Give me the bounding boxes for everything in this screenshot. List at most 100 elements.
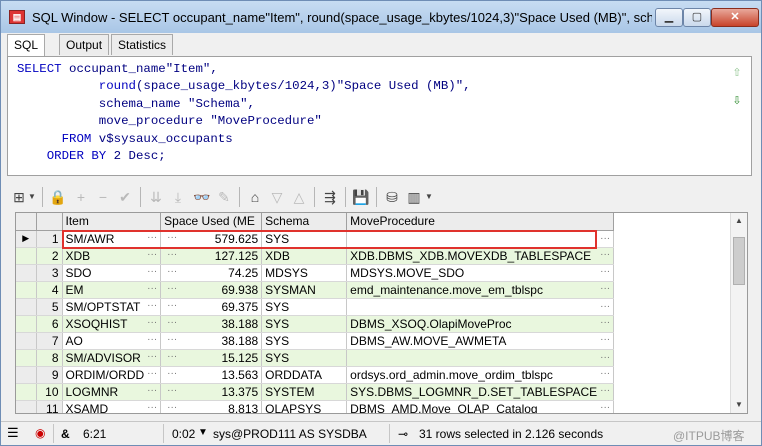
cell-space-used[interactable]: 8.813 ··· xyxy=(160,400,263,413)
cell-moveprocedure[interactable]: MDSYS.MOVE_SDO ··· xyxy=(346,264,615,282)
cell-item[interactable]: ORDIM/ORDD ··· xyxy=(62,366,162,384)
cell-editor-dots-icon[interactable]: ··· xyxy=(597,283,610,297)
cell-item[interactable]: XSAMD ··· xyxy=(62,400,162,414)
cell-editor-dots-icon[interactable]: ··· xyxy=(144,385,157,399)
cell-editor-dots-icon[interactable]: ··· xyxy=(144,402,157,414)
cell-item[interactable]: SM/AWR ··· xyxy=(62,230,162,248)
previous-record-icon[interactable]: △ xyxy=(289,187,309,207)
sql-line[interactable]: round(space_usage_kbytes/1024,3)"Space U… xyxy=(17,78,471,95)
cell-space-used[interactable]: 13.563 ··· xyxy=(160,366,263,384)
cell-editor-dots-icon[interactable]: ··· xyxy=(597,334,610,348)
tab-statistics[interactable]: Statistics xyxy=(111,34,174,55)
table-row[interactable]: 6 XSOQHIST ··· 38.188 ··· SYS DBMS_XSOQ.OlapiM… xyxy=(16,315,615,333)
column-header-moveprocedure[interactable]: MoveProcedure xyxy=(346,213,615,231)
scroll-down-icon[interactable]: ▼ xyxy=(731,397,747,413)
cell-editor-dots-icon[interactable]: ··· xyxy=(144,283,157,297)
delete-row-icon[interactable]: − xyxy=(93,187,113,207)
cell-item[interactable]: LOGMNR ··· xyxy=(62,383,162,401)
cell-item[interactable]: XDB ··· xyxy=(62,247,162,265)
cell-moveprocedure[interactable]: ordsys.ord_admin.move_ordim_tblspc ··· xyxy=(346,366,615,384)
connection-info[interactable]: sys@PROD111 AS SYSDBA xyxy=(213,427,367,441)
row-indicator[interactable] xyxy=(16,298,37,316)
table-row[interactable]: 10 LOGMNR ··· 13.375 ··· SYSTEM SYS.DBMS_LOGMN… xyxy=(16,383,615,401)
cell-space-used[interactable]: 13.375 ··· xyxy=(160,383,263,401)
table-row[interactable]: 5 SM/OPTSTAT ··· 69.375 ··· SYS ··· xyxy=(16,298,615,316)
cell-schema[interactable]: SYSMAN xyxy=(261,281,348,299)
cell-schema[interactable]: SYS xyxy=(261,315,348,333)
tab-output[interactable]: Output xyxy=(59,34,110,55)
cell-space-used[interactable]: 127.125 ··· xyxy=(160,247,263,265)
cell-space-used[interactable]: 38.188 ··· xyxy=(160,332,263,350)
row-indicator[interactable] xyxy=(16,400,37,413)
cell-moveprocedure[interactable]: ··· xyxy=(346,230,615,248)
grid-view-dropdown-icon[interactable]: ▼ xyxy=(27,187,37,207)
maximize-button[interactable]: ▢ xyxy=(683,8,711,27)
fetch-next-icon[interactable]: ⇊ xyxy=(146,187,166,207)
sql-line[interactable]: move_procedure "MoveProcedure" xyxy=(17,113,471,130)
cell-editor-dots-icon[interactable]: ··· xyxy=(164,351,177,365)
cell-editor-dots-icon[interactable]: ··· xyxy=(144,334,157,348)
cell-editor-dots-icon[interactable]: ··· xyxy=(144,368,157,382)
cell-item[interactable]: XSOQHIST ··· xyxy=(62,315,162,333)
cell-schema[interactable]: ORDDATA xyxy=(261,366,348,384)
table-row[interactable]: 7 AO ··· 38.188 ··· SYS DBMS_AW.MOVE_AWMETA ··· xyxy=(16,332,615,350)
results-grid[interactable]: Item Space Used (ME Schema MoveProcedure… xyxy=(15,212,748,414)
cell-editor-dots-icon[interactable]: ··· xyxy=(597,266,610,280)
arrow-down-icon[interactable]: ⇩ xyxy=(731,95,743,107)
export-icon[interactable]: ⇶ xyxy=(320,187,340,207)
column-header-item[interactable]: Item xyxy=(62,213,162,231)
cell-editor-dots-icon[interactable]: ··· xyxy=(597,352,610,363)
title-bar[interactable]: ▤ SQL Window - SELECT occupant_name"Item… xyxy=(1,1,761,33)
cell-space-used[interactable]: 579.625 ··· xyxy=(160,230,263,248)
sql-editor[interactable]: SELECT occupant_name"Item", round(space_… xyxy=(7,56,752,176)
cell-moveprocedure[interactable]: ··· xyxy=(346,349,615,367)
cell-schema[interactable]: OLAPSYS xyxy=(261,400,348,413)
cell-moveprocedure[interactable]: ··· xyxy=(346,298,615,316)
cell-item[interactable]: SM/ADVISOR ··· xyxy=(62,349,162,367)
chart-dropdown-icon[interactable]: ▼ xyxy=(424,187,434,207)
table-row[interactable]: 8 SM/ADVISOR ··· 15.125 ··· SYS ··· xyxy=(16,349,615,367)
cell-editor-dots-icon[interactable]: ··· xyxy=(597,368,610,382)
cell-schema[interactable]: SYS xyxy=(261,349,348,367)
cell-editor-dots-icon[interactable]: ··· xyxy=(164,232,177,246)
cell-moveprocedure[interactable]: XDB.DBMS_XDB.MOVEXDB_TABLESPACE ··· xyxy=(346,247,615,265)
cell-editor-dots-icon[interactable]: ··· xyxy=(164,266,177,280)
cell-item[interactable]: AO ··· xyxy=(62,332,162,350)
cell-editor-dots-icon[interactable]: ··· xyxy=(164,283,177,297)
cell-editor-dots-icon[interactable]: ··· xyxy=(164,317,177,331)
cell-editor-dots-icon[interactable]: ··· xyxy=(597,249,610,263)
row-indicator[interactable] xyxy=(16,281,37,299)
cell-item[interactable]: EM ··· xyxy=(62,281,162,299)
cell-space-used[interactable]: 38.188 ··· xyxy=(160,315,263,333)
sql-line[interactable]: schema_name "Schema", xyxy=(17,96,471,113)
row-indicator[interactable] xyxy=(16,247,37,265)
arrow-up-icon[interactable]: ⇧ xyxy=(731,67,743,79)
sql-line[interactable]: ORDER BY 2 Desc; xyxy=(17,148,471,165)
cell-item[interactable]: SDO ··· xyxy=(62,264,162,282)
cell-moveprocedure[interactable]: emd_maintenance.move_em_tblspc ··· xyxy=(346,281,615,299)
cell-editor-dots-icon[interactable]: ··· xyxy=(164,249,177,263)
cell-editor-dots-icon[interactable]: ··· xyxy=(144,351,157,365)
cell-moveprocedure[interactable]: SYS.DBMS_LOGMNR_D.SET_TABLESPACE ··· xyxy=(346,383,615,401)
table-row[interactable]: ▶ 1 SM/AWR ··· 579.625 ··· SYS ··· xyxy=(16,230,615,248)
cell-editor-dots-icon[interactable]: ··· xyxy=(164,300,177,314)
cell-editor-dots-icon[interactable]: ··· xyxy=(144,249,157,263)
cell-editor-dots-icon[interactable]: ··· xyxy=(597,233,610,244)
vertical-scrollbar[interactable]: ▲ ▼ xyxy=(730,213,747,413)
cell-editor-dots-icon[interactable]: ··· xyxy=(144,232,157,246)
post-changes-icon[interactable]: ✔ xyxy=(115,187,135,207)
row-indicator[interactable] xyxy=(16,366,37,384)
row-indicator[interactable] xyxy=(16,332,37,350)
cell-editor-dots-icon[interactable]: ··· xyxy=(597,301,610,312)
cell-editor-dots-icon[interactable]: ··· xyxy=(144,266,157,280)
cell-moveprocedure[interactable]: DBMS_AW.MOVE_AWMETA ··· xyxy=(346,332,615,350)
close-button[interactable]: ✕ xyxy=(711,8,759,27)
tab-sql[interactable]: SQL xyxy=(7,34,46,57)
cell-schema[interactable]: SYS xyxy=(261,298,348,316)
cell-space-used[interactable]: 69.938 ··· xyxy=(160,281,263,299)
query-by-example-icon[interactable]: ⌂ xyxy=(245,187,265,207)
cell-schema[interactable]: MDSYS xyxy=(261,264,348,282)
cell-moveprocedure[interactable]: DBMS_XSOQ.OlapiMoveProc ··· xyxy=(346,315,615,333)
table-row[interactable]: 4 EM ··· 69.938 ··· SYSMAN emd_maintenance.mov… xyxy=(16,281,615,299)
table-row[interactable]: 2 XDB ··· 127.125 ··· XDB XDB.DBMS_XDB.MOVEXDB… xyxy=(16,247,615,265)
